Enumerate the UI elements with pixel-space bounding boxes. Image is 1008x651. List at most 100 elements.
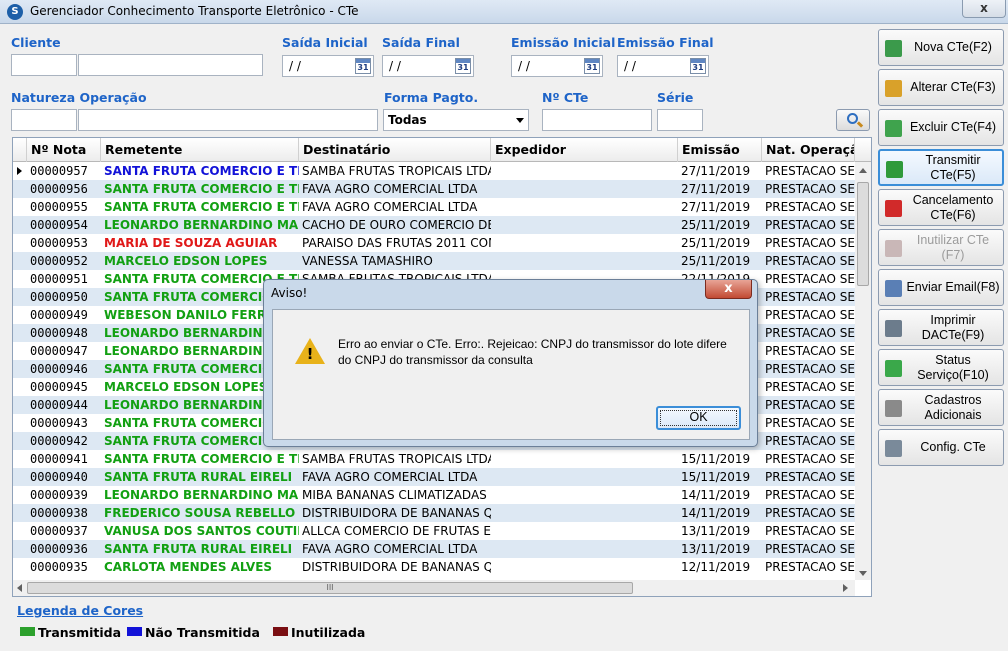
forma-pagto-select[interactable]: Todas <box>383 109 529 131</box>
table-row[interactable]: 00000955 SANTA FRUTA COMERCIO E TRA FAVA A… <box>13 198 855 216</box>
window-close-button[interactable]: x <box>962 0 1006 18</box>
row-selector[interactable] <box>13 324 27 342</box>
cell-nat-operacao: PRESTACAO SE <box>765 470 855 484</box>
row-selector[interactable] <box>13 432 27 450</box>
row-selector[interactable] <box>13 558 27 576</box>
row-selector[interactable] <box>13 306 27 324</box>
calendar-icon[interactable]: 31 <box>355 58 371 74</box>
scroll-down-icon[interactable] <box>859 571 867 576</box>
nova-cte-button[interactable]: Nova CTe(F2) <box>878 29 1004 66</box>
cell-nat-operacao: PRESTACAO SE <box>765 164 855 178</box>
column-header-nat-operacao[interactable]: Nat. Operação <box>762 138 855 162</box>
status-servico-button[interactable]: Status Serviço(F10) <box>878 349 1004 386</box>
scroll-left-icon[interactable] <box>17 584 22 592</box>
cell-expedidor <box>491 180 678 198</box>
table-row[interactable]: 00000939 LEONARDO BERNARDINO MADU MIBA BAN… <box>13 486 855 504</box>
status-icon <box>885 360 902 377</box>
table-row[interactable]: 00000952 MARCELO EDSON LOPES VANESSA TAMAS… <box>13 252 855 270</box>
row-selector[interactable] <box>13 342 27 360</box>
calendar-icon[interactable]: 31 <box>455 58 471 74</box>
scroll-thumb[interactable] <box>857 182 869 286</box>
natureza-name-input[interactable] <box>78 109 378 131</box>
search-button[interactable] <box>836 109 870 131</box>
table-row[interactable]: 00000936 SANTA FRUTA RURAL EIRELI FAVA AGR… <box>13 540 855 558</box>
num-cte-input[interactable] <box>542 109 652 131</box>
row-selector[interactable] <box>13 234 27 252</box>
cell-emissao: 14/11/2019 <box>681 488 751 502</box>
row-selector[interactable] <box>13 450 27 468</box>
row-selector[interactable] <box>13 522 27 540</box>
column-header-expedidor[interactable]: Expedidor <box>491 138 678 162</box>
cell-nat-operacao: PRESTACAO SE <box>765 182 855 196</box>
row-selector[interactable] <box>13 486 27 504</box>
saida-final-date-field[interactable]: / / 31 <box>382 55 474 77</box>
saida-inicial-date-value: / / <box>289 59 301 73</box>
current-row-arrow-icon <box>17 167 22 175</box>
calendar-icon[interactable]: 31 <box>584 58 600 74</box>
table-row[interactable]: 00000937 VANUSA DOS SANTOS COUTINH ALLCA C… <box>13 522 855 540</box>
dialog-close-button[interactable]: x <box>705 280 752 299</box>
row-selector[interactable] <box>13 360 27 378</box>
scroll-up-icon[interactable] <box>859 168 867 173</box>
column-header-nota[interactable]: Nº Nota <box>27 138 101 162</box>
row-selector[interactable] <box>13 414 27 432</box>
enviar-email-button[interactable]: Enviar Email(F8) <box>878 269 1004 306</box>
column-header-emissao[interactable]: Emissão <box>678 138 762 162</box>
cell-emissao: 15/11/2019 <box>681 470 751 484</box>
grid-header: Nº Nota Remetente Destinatário Expedidor… <box>13 138 871 162</box>
natureza-code-input[interactable] <box>11 109 77 131</box>
transmitir-cte-button[interactable]: Transmitir CTe(F5) <box>878 149 1004 186</box>
table-row[interactable]: 00000954 LEONARDO BERNARDINO MADU CACHO DE… <box>13 216 855 234</box>
cliente-code-input[interactable] <box>11 54 77 76</box>
row-selector[interactable] <box>13 504 27 522</box>
cell-destinatario: FAVA AGRO COMERCIAL LTDA <box>302 200 478 214</box>
cell-nota: 00000952 <box>30 254 88 268</box>
legend-title[interactable]: Legenda de Cores <box>17 603 143 618</box>
alterar-cte-button[interactable]: Alterar CTe(F3) <box>878 69 1004 106</box>
cancelamento-cte-button[interactable]: Cancelamento CTe(F6) <box>878 189 1004 226</box>
table-row[interactable]: 00000938 FREDERICO SOUSA REBELLO E C DISTR… <box>13 504 855 522</box>
row-selector[interactable] <box>13 540 27 558</box>
table-row[interactable]: 00000957 SANTA FRUTA COMERCIO E TRA SAMBA … <box>13 162 855 180</box>
row-selector[interactable] <box>13 396 27 414</box>
table-row[interactable]: 00000956 SANTA FRUTA COMERCIO E TRA FAVA A… <box>13 180 855 198</box>
row-selector[interactable] <box>13 378 27 396</box>
row-selector[interactable] <box>13 270 27 288</box>
table-row[interactable]: 00000941 SANTA FRUTA COMERCIO E TRA SAMBA … <box>13 450 855 468</box>
row-selector[interactable] <box>13 252 27 270</box>
column-header-remetente[interactable]: Remetente <box>101 138 299 162</box>
row-selector[interactable] <box>13 198 27 216</box>
cadastros-adicionais-button[interactable]: Cadastros Adicionais <box>878 389 1004 426</box>
imprimir-dacte-button[interactable]: Imprimir DACTe(F9) <box>878 309 1004 346</box>
cadastros-adicionais-button-label: Cadastros Adicionais <box>924 392 982 422</box>
row-selector[interactable] <box>13 162 27 180</box>
saida-inicial-date-field[interactable]: / / 31 <box>282 55 374 77</box>
cell-remetente: LEONARDO BERNARDINO MADU <box>104 218 299 232</box>
forma-pagto-value: Todas <box>388 113 427 127</box>
saida-final-label: Saída Final <box>382 35 460 50</box>
num-cte-label: Nº CTe <box>542 90 589 105</box>
emissao-final-date-field[interactable]: / / 31 <box>617 55 709 77</box>
row-selector[interactable] <box>13 180 27 198</box>
serie-input[interactable] <box>657 109 703 131</box>
row-selector[interactable] <box>13 216 27 234</box>
emissao-inicial-date-field[interactable]: / / 31 <box>511 55 603 77</box>
calendar-icon[interactable]: 31 <box>690 58 706 74</box>
table-row[interactable]: 00000940 SANTA FRUTA RURAL EIRELI FAVA AGR… <box>13 468 855 486</box>
config-cte-button[interactable]: Config. CTe <box>878 429 1004 466</box>
row-selector[interactable] <box>13 288 27 306</box>
row-selector[interactable] <box>13 468 27 486</box>
scroll-right-icon[interactable] <box>843 584 848 592</box>
cell-expedidor <box>491 216 678 234</box>
scroll-thumb-horizontal[interactable]: III <box>27 582 633 594</box>
table-row[interactable]: 00000953 MARIA DE SOUZA AGUIAR PARAISO DAS… <box>13 234 855 252</box>
horizontal-scrollbar[interactable]: III <box>13 580 855 596</box>
table-row[interactable]: 00000935 CARLOTA MENDES ALVES DISTRIBUIDOR… <box>13 558 855 576</box>
excluir-cte-button[interactable]: Excluir CTe(F4) <box>878 109 1004 146</box>
cliente-name-input[interactable] <box>78 54 263 76</box>
column-header-destinatario[interactable]: Destinatário <box>299 138 491 162</box>
cell-nota: 00000954 <box>30 218 88 232</box>
vertical-scrollbar[interactable] <box>855 162 871 580</box>
ok-button[interactable]: OK <box>656 406 741 430</box>
cliente-label: Cliente <box>11 35 61 50</box>
